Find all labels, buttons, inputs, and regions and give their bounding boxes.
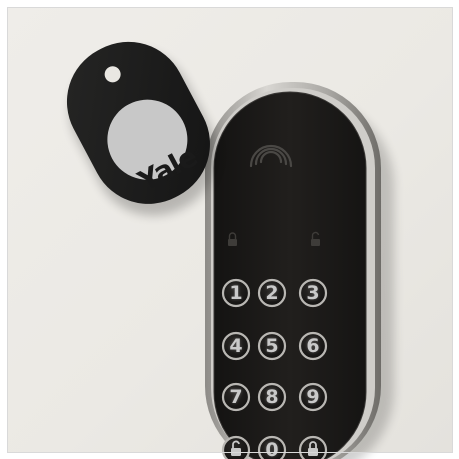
keypad-key-label: 6 xyxy=(306,335,320,357)
keypad-key-label: 5 xyxy=(265,335,279,357)
keypad-key-label: 9 xyxy=(306,386,320,408)
product-photo: Yale ® 1234567890 xyxy=(0,0,459,459)
keypad-key-label: 0 xyxy=(265,439,279,459)
keypad-key-label: 4 xyxy=(229,335,243,357)
keypad-key-label: 7 xyxy=(229,386,243,408)
keypad-key-label: 1 xyxy=(229,282,243,304)
brand-text: Yale xyxy=(132,139,203,198)
keypad-key-label: 8 xyxy=(265,386,279,408)
keypad-key-label: 2 xyxy=(265,282,279,304)
keypad-key-label: 3 xyxy=(306,282,320,304)
